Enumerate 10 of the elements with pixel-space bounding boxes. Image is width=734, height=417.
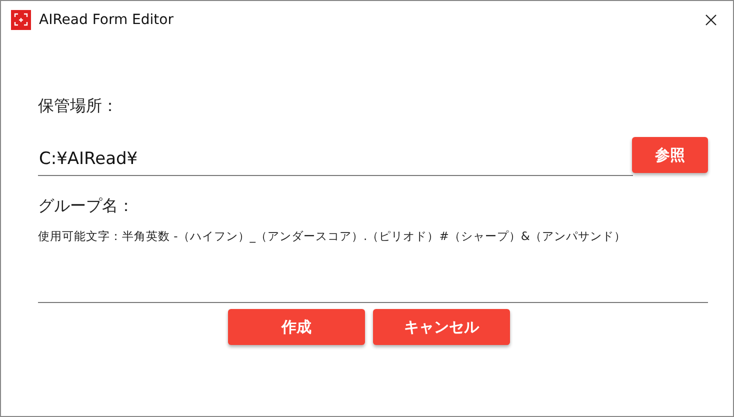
input-field[interactable]: C:¥AIRead¥ — [38, 145, 633, 176]
field-label: 保管場所： — [38, 96, 118, 117]
hint-text: 使用可能文字：半角英数 -（ハイフン）_（アンダースコア）.（ピリオド）#（シャープ）&（アンパサンド） — [38, 229, 626, 244]
browse-button[interactable]: 参照 — [632, 137, 708, 173]
cancel-button[interactable]: キャンセル — [373, 309, 510, 345]
app-logo-icon — [11, 10, 31, 30]
create-button[interactable]: 作成 — [228, 309, 365, 345]
window-title: AIRead Form Editor — [39, 12, 174, 28]
close-icon[interactable] — [705, 14, 717, 26]
field-label: グループ名： — [38, 196, 134, 217]
